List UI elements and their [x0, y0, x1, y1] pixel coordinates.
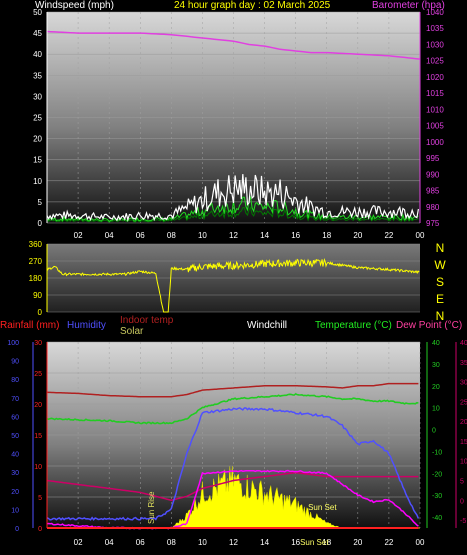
temp-x-tick-label: 10: [198, 538, 207, 547]
temperature-tick-label: 10: [432, 406, 440, 413]
windspeed-tick-label: 15: [33, 156, 42, 165]
temperature-tick-label: 40: [432, 340, 440, 347]
compass-letter: N: [436, 241, 445, 255]
wind-x-tick-label: 06: [136, 231, 145, 240]
dew-point-tick-label: 20: [460, 419, 467, 426]
humidity-tick-label: 70: [11, 396, 19, 403]
windspeed-tick-label: 5: [38, 198, 43, 207]
humidity-tick-label: 30: [11, 470, 19, 477]
barometer-tick-label: 990: [426, 170, 440, 179]
temp-x-tick-label: 22: [384, 538, 393, 547]
dew-point-tick-label: 5: [460, 479, 464, 486]
compass-letter: W: [434, 258, 446, 272]
barometer-tick-label: 1020: [426, 73, 444, 82]
temperature-tick-label: -10: [432, 449, 442, 456]
windspeed-tick-label: 10: [33, 177, 42, 186]
temp-x-tick-label: 12: [229, 538, 238, 547]
wind-x-tick-label: 08: [167, 231, 176, 240]
temperature-tick-label: 20: [432, 384, 440, 391]
windspeed-tick-label: 35: [33, 71, 42, 80]
compass-letter: S: [436, 275, 444, 289]
temp-x-tick-label: 08: [167, 538, 176, 547]
temp-x-tick-label: 00: [416, 538, 425, 547]
direction-tick-label: 90: [33, 291, 42, 300]
direction-tick-label: 270: [29, 257, 43, 266]
rainfall-tick-label: 0: [38, 526, 42, 533]
barometer-tick-label: 1025: [426, 57, 444, 66]
compass-letter: E: [436, 292, 444, 306]
wind-x-tick-label: 12: [229, 231, 238, 240]
windspeed-tick-label: 30: [33, 92, 42, 101]
dew-point-tick-label: 30: [460, 380, 467, 387]
dew-point-tick-label: 10: [460, 459, 467, 466]
humidity-tick-label: 50: [11, 433, 19, 440]
humidity-tick-label: 100: [7, 340, 19, 347]
temperature-tick-label: -30: [432, 493, 442, 500]
windspeed-tick-label: 50: [33, 8, 42, 17]
direction-tick-label: 0: [38, 308, 43, 317]
humidity-tick-label: 10: [11, 507, 19, 514]
direction-tick-label: 360: [29, 240, 43, 249]
sunrise-label: Sun Rise: [147, 491, 156, 524]
sunset-label: Sun Set: [308, 503, 337, 512]
temp-x-tick-label: 02: [74, 538, 83, 547]
direction-tick-label: 180: [29, 274, 43, 283]
humidity-tick-label: 80: [11, 377, 19, 384]
wind-x-tick-label: 16: [291, 231, 300, 240]
compass-letter: N: [436, 309, 445, 323]
barometer-tick-label: 980: [426, 203, 440, 212]
windspeed-tick-label: 25: [33, 114, 42, 123]
barometer-tick-label: 985: [426, 187, 440, 196]
barometer-tick-label: 1000: [426, 138, 444, 147]
dew-point-tick-label: 35: [460, 360, 467, 367]
dew-point-tick-label: 0: [460, 498, 464, 505]
humidity-tick-label: 0: [15, 526, 19, 533]
windspeed-tick-label: 45: [33, 29, 42, 38]
temperature-tick-label: -20: [432, 471, 442, 478]
humidity-tick-label: 90: [11, 359, 19, 366]
dew-point-tick-label: 25: [460, 399, 467, 406]
dew-point-tick-label: 40: [460, 340, 467, 347]
humidity-tick-label: 20: [11, 489, 19, 496]
barometer-tick-label: 1005: [426, 122, 444, 131]
humidity-tick-label: 40: [11, 452, 19, 459]
wind-x-tick-label: 22: [384, 231, 393, 240]
temperature-tick-label: 30: [432, 362, 440, 369]
wind-x-tick-label: 00: [416, 231, 425, 240]
sunset-axis-label: Sun Set: [300, 538, 329, 547]
barometer-tick-label: 1015: [426, 89, 444, 98]
temperature-tick-label: 0: [432, 428, 436, 435]
barometer-tick-label: 1030: [426, 40, 444, 49]
wind-x-tick-label: 20: [353, 231, 362, 240]
temp-x-tick-label: 14: [260, 538, 269, 547]
barometer-tick-label: 975: [426, 219, 440, 228]
wind-x-tick-label: 14: [260, 231, 269, 240]
rainfall-tick-label: 30: [34, 340, 42, 347]
weather-charts-svg: 0510152025303540455097598098599099510001…: [7, 8, 467, 547]
wind-x-tick-label: 10: [198, 231, 207, 240]
barometer-tick-label: 1035: [426, 24, 444, 33]
wind-x-tick-label: 04: [105, 231, 114, 240]
rainfall-tick-label: 5: [38, 495, 42, 502]
rainfall-tick-label: 10: [34, 464, 42, 471]
weather-graph-page: Windspeed (mph) 24 hour graph day : 02 M…: [0, 0, 467, 555]
wind-x-tick-label: 02: [74, 231, 83, 240]
temperature-tick-label: -40: [432, 515, 442, 522]
dew-point-tick-label: -5: [460, 518, 466, 525]
barometer-tick-label: 995: [426, 154, 440, 163]
rainfall-tick-label: 25: [34, 371, 42, 378]
dew-point-tick-label: 15: [460, 439, 467, 446]
barometer-tick-label: 1010: [426, 105, 444, 114]
barometer-tick-label: 1040: [426, 8, 444, 17]
windspeed-tick-label: 40: [33, 50, 42, 59]
temp-x-tick-label: 06: [136, 538, 145, 547]
rainfall-tick-label: 20: [34, 402, 42, 409]
humidity-tick-label: 60: [11, 414, 19, 421]
windspeed-tick-label: 0: [38, 219, 43, 228]
windspeed-tick-label: 20: [33, 135, 42, 144]
temp-x-tick-label: 04: [105, 538, 114, 547]
wind-x-tick-label: 18: [322, 231, 331, 240]
temp-x-tick-label: 20: [353, 538, 362, 547]
rainfall-tick-label: 15: [34, 433, 42, 440]
